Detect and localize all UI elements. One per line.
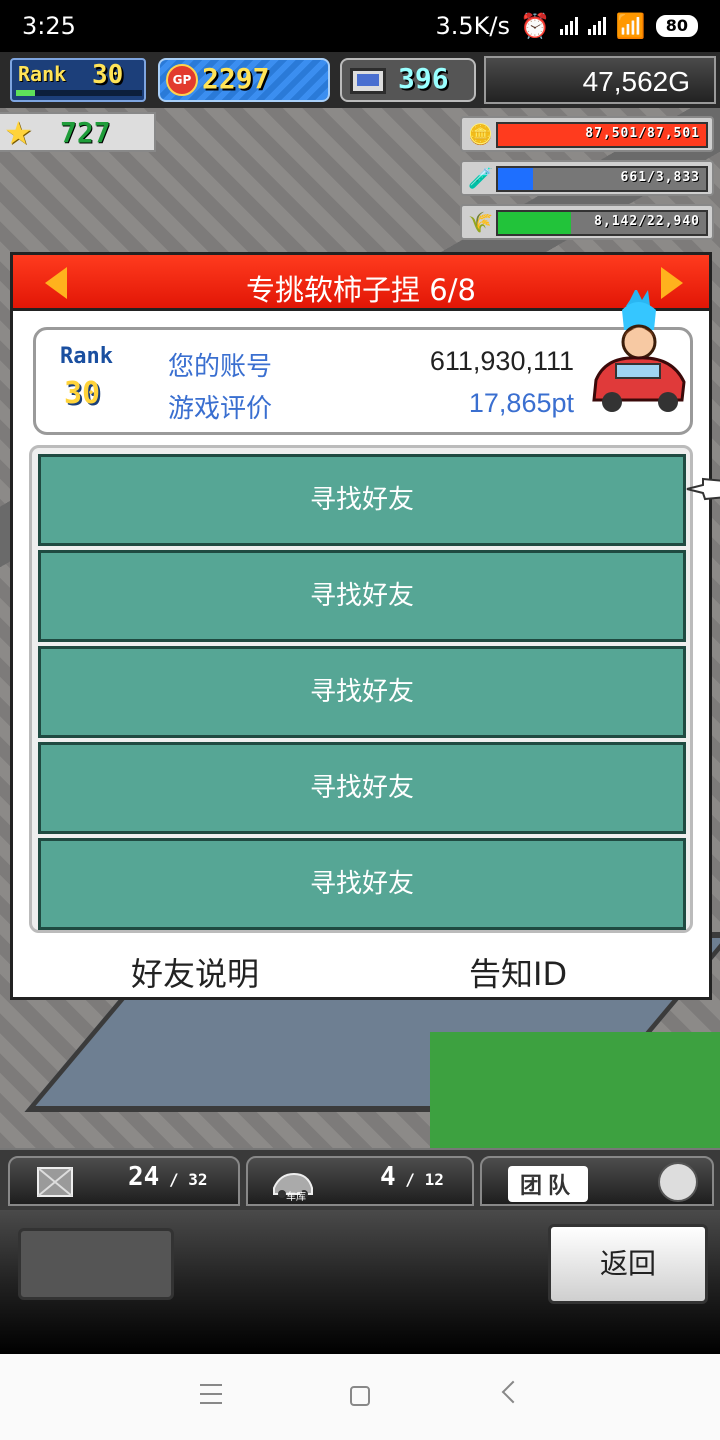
resource-track: 87,501/87,501 — [496, 122, 708, 148]
status-icons: 3.5K/s ⏰ 📶 80 — [435, 12, 698, 40]
friend-help-link[interactable]: 好友说明 — [131, 949, 259, 995]
find-friend-button[interactable]: 寻找好友 — [38, 454, 686, 546]
gp-value: 2297 — [202, 62, 270, 95]
rank-value: 30 — [92, 60, 124, 90]
team-label: 团队 — [508, 1166, 589, 1202]
rating-value: 17,865pt — [468, 388, 574, 418]
garage-label: 车库 — [286, 1192, 306, 1203]
friend-dialog: 专挑软柿子捏 6/8 Rank 30 您的账号 611,930,111 游戏评价… — [10, 252, 720, 1000]
rank-label: Rank — [18, 62, 67, 86]
storage-count: 24 / 32 — [128, 1162, 208, 1192]
wheat-icon: 🌾 — [468, 210, 493, 234]
account-id-label: 您的账号 — [168, 352, 273, 382]
account-card: Rank 30 您的账号 611,930,111 游戏评价 17,865pt — [33, 290, 693, 435]
bottom-panel: 返回 — [0, 1210, 720, 1354]
tab-storage[interactable]: 24 / 32 — [8, 1156, 240, 1206]
gp-coin-icon: GP — [166, 64, 198, 96]
resource-track: 661/3,833 — [496, 166, 708, 192]
find-friend-button[interactable]: 寻找好友 — [38, 550, 686, 642]
account-id-value: 611,930,111 — [429, 346, 574, 376]
pc-value: 396 — [398, 62, 449, 95]
resource-value: 661/3,833 — [620, 170, 700, 185]
tab-team[interactable]: 团队 — [480, 1156, 714, 1206]
find-friend-button[interactable]: 寻找好友 — [38, 646, 686, 738]
system-nav-bar — [0, 1354, 720, 1440]
resource-value: 8,142/22,940 — [594, 214, 700, 229]
garage-count: 4 / 12 — [380, 1162, 444, 1192]
top-hud: Rank 30 GP 2297 396 47,562G — [0, 52, 720, 108]
pc-counter[interactable]: 396 — [340, 58, 476, 102]
tab-garage[interactable]: 车库 4 / 12 — [246, 1156, 474, 1206]
star-icon: ★ — [4, 114, 33, 152]
account-rank-value: 30 — [64, 376, 101, 411]
resource-bar-wheat[interactable]: 🌾 8,142/22,940 — [460, 204, 714, 240]
resource-bar-fuel[interactable]: 🧪 661/3,833 — [460, 160, 714, 196]
back-button[interactable]: 返回 — [548, 1224, 708, 1304]
money-counter[interactable]: 47,562G — [484, 56, 716, 104]
resource-bar-coins[interactable]: 🪙 87,501/87,501 — [460, 116, 714, 152]
resource-value: 87,501/87,501 — [585, 126, 700, 141]
star-value: 727 — [60, 116, 111, 149]
find-friend-button[interactable]: 寻找好友 — [38, 742, 686, 834]
rating-label: 游戏评价 — [168, 394, 273, 424]
star-counter[interactable]: ★ 727 — [0, 112, 156, 152]
status-time: 3:25 — [22, 12, 76, 40]
battery-icon: 80 — [655, 15, 698, 37]
signal-icon-2 — [587, 17, 606, 35]
wifi-icon: 📶 — [615, 12, 646, 40]
home-icon[interactable] — [350, 1386, 370, 1406]
computer-icon — [350, 68, 386, 94]
resource-track: 8,142/22,940 — [496, 210, 708, 236]
coin-stack-icon: 🪙 — [468, 122, 493, 146]
notify-id-link[interactable]: 告知ID — [469, 949, 567, 995]
alarm-icon: ⏰ — [519, 12, 550, 40]
player-car-avatar-icon — [592, 290, 686, 412]
bottom-tab-bar: 24 / 32 车库 4 / 12 团队 — [0, 1148, 720, 1210]
team-member-avatar-icon — [658, 1162, 698, 1202]
rank-progress-bar — [16, 90, 142, 96]
money-value: 47,562G — [582, 66, 690, 97]
rank-indicator: Rank 30 — [10, 58, 146, 102]
fuel-tank-icon: 🧪 — [468, 166, 493, 190]
signal-icon — [559, 17, 578, 35]
crate-icon — [37, 1167, 73, 1197]
empty-slot-button[interactable] — [18, 1228, 174, 1300]
gp-counter[interactable]: GP 2297 — [158, 58, 330, 102]
friend-slot-list: 寻找好友 寻找好友 寻找好友 寻找好友 寻找好友 — [29, 445, 693, 933]
menu-icon[interactable] — [200, 1384, 222, 1404]
network-speed: 3.5K/s — [435, 12, 510, 40]
account-rank-label: Rank — [60, 344, 113, 369]
pointing-hand-icon — [686, 477, 720, 501]
status-bar: 3:25 3.5K/s ⏰ 📶 80 — [0, 0, 720, 52]
back-arrow-icon[interactable] — [501, 1380, 525, 1404]
find-friend-button[interactable]: 寻找好友 — [38, 838, 686, 930]
